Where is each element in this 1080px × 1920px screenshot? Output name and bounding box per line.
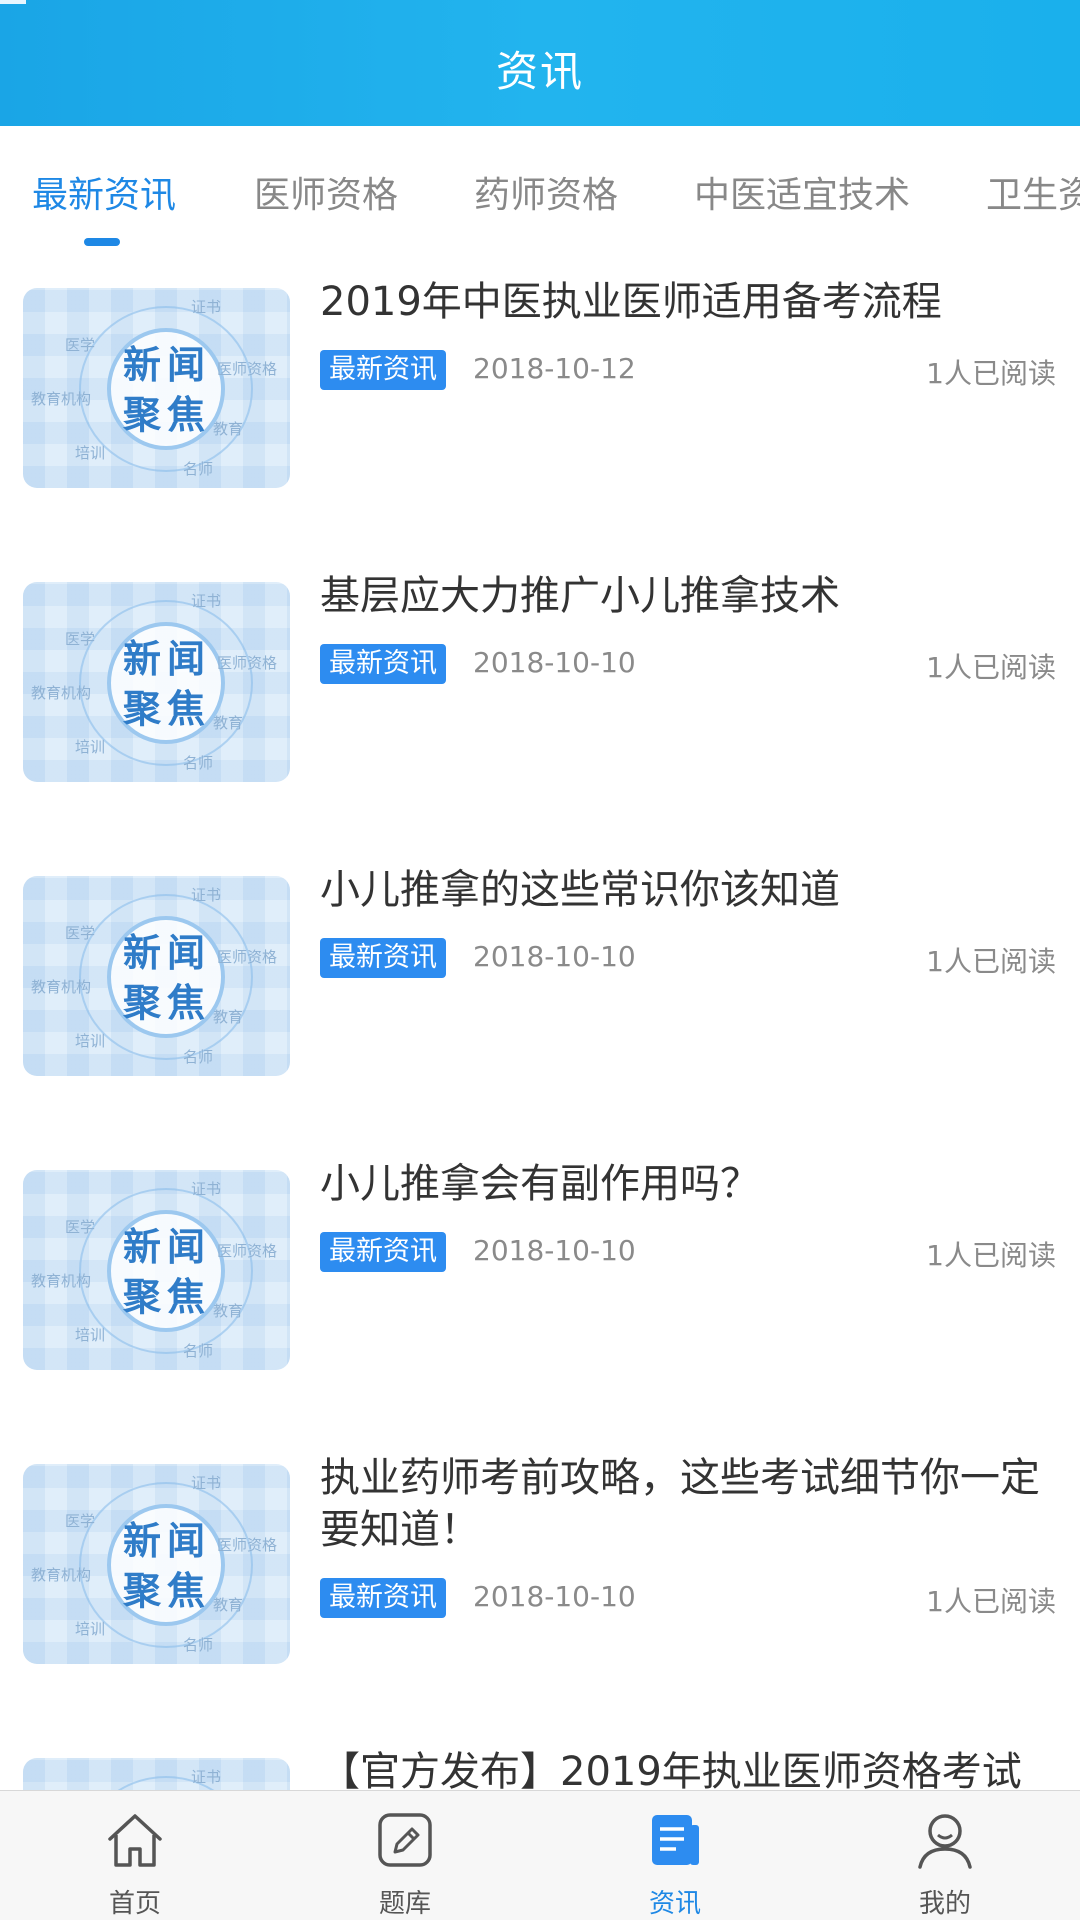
read-count: 1人已阅读 [926,357,1056,390]
news-thumbnail: 新闻聚焦 证书 医学 医师资格 教育机构 教育 培训 名师 [23,876,290,1076]
pencil-icon [378,1813,432,1867]
read-count: 1人已阅读 [926,945,1056,978]
thumbnail-text: 新闻聚焦 [122,637,211,731]
home-icon [108,1814,162,1867]
news-thumbnail: 新闻聚焦 证书 医学 医师资格 教育机构 教育 培训 名师 [23,1464,290,1664]
page-title: 资讯 [495,47,584,96]
read-count: 1人已阅读 [926,1585,1056,1618]
tabbar-label: 首页 [108,1889,161,1919]
top-header: 资讯 [0,0,1080,126]
category-badge: 最新资讯 [320,644,446,684]
news-title[interactable]: 2019年中医执业医师适用备考流程 [320,276,1060,328]
news-title[interactable]: 【官方发布】2019年执业医师资格考试 [320,1746,1060,1790]
tab-health-qualification[interactable]: 卫生资 [986,166,1080,218]
thumbnail-text: 新闻聚焦 [122,343,211,437]
news-item[interactable]: 新闻聚焦 证书 医学 医师资格 教育机构 教育 培训 名师 基层应大力推广小儿推… [0,564,1080,794]
news-meta: 最新资讯 2018-10-10 1人已阅读 [320,938,1060,978]
news-title[interactable]: 小儿推拿的这些常识你该知道 [320,864,1060,916]
news-meta: 最新资讯 2018-10-10 1人已阅读 [320,1232,1060,1272]
category-badge: 最新资讯 [320,938,446,978]
tab-pharmacist-qualification[interactable]: 药师资格 [474,166,618,218]
news-icon [652,1815,699,1865]
news-item[interactable]: 新闻聚焦 证书 医学 医师资格 教育机构 教育 培训 名师 小儿推拿会有副作用吗… [0,1152,1080,1382]
news-date: 2018-10-10 [473,940,636,973]
tabbar-news[interactable]: 资讯 [540,1791,810,1920]
news-title[interactable]: 执业药师考前攻略，这些考试细节你一定要知道！ [320,1452,1060,1556]
category-badge: 最新资讯 [320,1578,446,1618]
news-item[interactable]: 新闻聚焦 证书 医学 医师资格 教育机构 教育 培训 名师 执业药师考前攻略，这… [0,1446,1080,1706]
tabbar-home[interactable]: 首页 [0,1791,270,1920]
news-meta: 最新资讯 2018-10-10 1人已阅读 [320,644,1060,684]
news-thumbnail: 新闻聚焦 证书 [23,1758,290,1790]
news-thumbnail: 新闻聚焦 证书 医学 医师资格 教育机构 教育 培训 名师 [23,1170,290,1370]
read-count: 1人已阅读 [926,1239,1056,1272]
news-date: 2018-10-10 [473,1234,636,1267]
tab-physician-qualification[interactable]: 医师资格 [254,166,398,218]
user-icon [918,1814,972,1869]
category-tabs: 最新资讯 医师资格 药师资格 中医适宜技术 卫生资 [0,126,1080,254]
thumbnail-text: 新闻聚焦 [122,1225,211,1319]
bottom-tab-bar: 首页 题库 资讯 我的 [0,1790,1080,1920]
tabbar-profile[interactable]: 我的 [810,1791,1080,1920]
news-date: 2018-10-10 [473,1580,636,1613]
thumbnail-text: 新闻聚焦 [122,931,211,1025]
tabbar-label: 我的 [918,1889,971,1919]
tab-tcm-techniques[interactable]: 中医适宜技术 [694,166,910,218]
category-badge: 最新资讯 [320,1232,446,1272]
news-meta: 最新资讯 2018-10-10 1人已阅读 [320,1578,1060,1618]
news-item[interactable]: 新闻聚焦 证书 医学 医师资格 教育机构 教育 培训 名师 小儿推拿的这些常识你… [0,858,1080,1088]
tabbar-question-bank[interactable]: 题库 [270,1791,540,1920]
news-title[interactable]: 小儿推拿会有副作用吗？ [320,1158,1060,1210]
category-badge: 最新资讯 [320,350,446,390]
news-thumbnail: 新闻聚焦 证书 医学 医师资格 教育机构 教育 培训 名师 [23,288,290,488]
read-count: 1人已阅读 [926,651,1056,684]
news-date: 2018-10-12 [473,352,636,385]
news-item[interactable]: 新闻聚焦 证书 【官方发布】2019年执业医师资格考试 [0,1740,1080,1790]
thumbnail-text: 新闻聚焦 [122,1519,211,1613]
status-bar-indicator [0,0,26,4]
news-meta: 最新资讯 2018-10-12 1人已阅读 [320,350,1060,390]
tab-latest-news[interactable]: 最新资讯 [32,166,176,218]
news-item[interactable]: 新闻聚焦 证书 医学 医师资格 教育机构 教育 培训 名师 2019年中医执业医… [0,270,1080,500]
news-list: 新闻聚焦 证书 医学 医师资格 教育机构 教育 培训 名师 2019年中医执业医… [0,270,1080,1790]
tabbar-label: 题库 [378,1889,431,1919]
active-tab-indicator [84,238,120,246]
tabbar-label: 资讯 [648,1889,701,1919]
news-thumbnail: 新闻聚焦 证书 医学 医师资格 教育机构 教育 培训 名师 [23,582,290,782]
news-title[interactable]: 基层应大力推广小儿推拿技术 [320,570,1060,622]
news-date: 2018-10-10 [473,646,636,679]
